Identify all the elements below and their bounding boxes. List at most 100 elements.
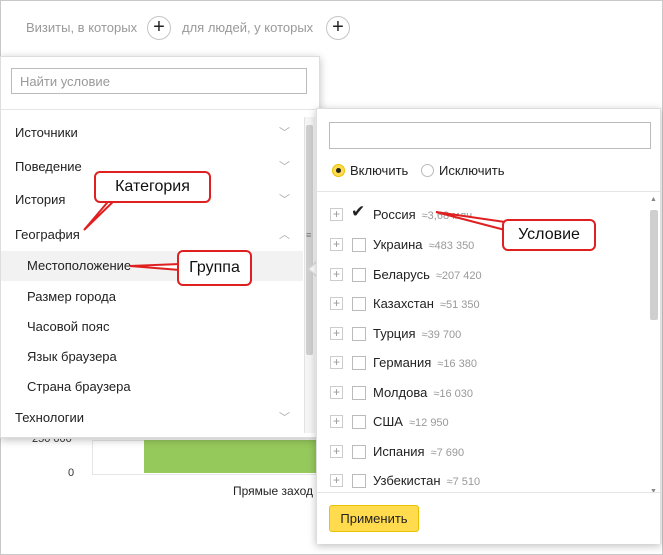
- checkbox[interactable]: [352, 386, 366, 400]
- chevron-down-icon: ﹀: [279, 194, 290, 206]
- chevron-down-icon: ﹀: [279, 412, 290, 424]
- group-label: Страна браузера: [27, 379, 131, 394]
- checkbox[interactable]: [352, 415, 366, 429]
- chart-bar: [144, 440, 322, 473]
- expand-icon[interactable]: +: [330, 356, 343, 369]
- grip-icon: ≡: [306, 230, 312, 240]
- expand-icon[interactable]: +: [330, 327, 343, 340]
- y-axis-tick-label: 0: [68, 467, 75, 479]
- checkbox[interactable]: [352, 297, 366, 311]
- checkbox[interactable]: [352, 445, 366, 459]
- radio-icon: [421, 164, 434, 177]
- country-row-ukraine[interactable]: + Украина ≈483 350: [317, 230, 647, 260]
- expand-icon[interactable]: +: [330, 445, 343, 458]
- checkbox[interactable]: [352, 327, 366, 341]
- value-search-input[interactable]: [329, 122, 651, 149]
- chevron-up-icon: ︿: [279, 229, 290, 241]
- people-condition-label: для людей, у которых: [182, 20, 314, 35]
- include-label: Включить: [350, 163, 409, 178]
- bar-category-label: Прямые заход: [233, 484, 313, 498]
- condition-picker-panel: Источники ﹀ Поведение ﹀ История ﹀ Геогра…: [0, 56, 320, 438]
- category-label: Поведение: [15, 159, 82, 174]
- apply-button[interactable]: Применить: [329, 505, 419, 532]
- category-item-technologies[interactable]: Технологии ﹀: [1, 403, 303, 433]
- add-people-condition-button[interactable]: +: [326, 16, 350, 40]
- scrollbar-thumb[interactable]: [650, 210, 658, 320]
- country-name: Турция: [373, 326, 416, 341]
- country-name: Молдова: [373, 385, 428, 400]
- chevron-down-icon: ﹀: [279, 127, 290, 139]
- expand-icon[interactable]: +: [330, 268, 343, 281]
- category-item-geography[interactable]: География ︿: [1, 220, 303, 250]
- group-callout: Группа: [177, 250, 252, 286]
- panel-footer: Применить: [317, 492, 660, 544]
- chevron-down-icon: ﹀: [279, 161, 290, 173]
- expand-icon[interactable]: +: [330, 386, 343, 399]
- visit-count: ≈483 350: [428, 240, 475, 252]
- expand-icon[interactable]: +: [330, 474, 343, 487]
- country-row-moldova[interactable]: + Молдова ≈16 030: [317, 378, 647, 408]
- plus-icon: +: [332, 16, 344, 38]
- group-label: Часовой пояс: [27, 319, 110, 334]
- group-item-city-size[interactable]: Размер города: [1, 282, 303, 312]
- divider: [317, 191, 660, 192]
- visits-condition-label: Визиты, в которых: [26, 20, 138, 35]
- radio-selected-icon: [332, 164, 345, 177]
- country-name: Германия: [373, 355, 432, 370]
- country-row-spain[interactable]: + Испания ≈7 690: [317, 437, 647, 467]
- checkbox[interactable]: [352, 356, 366, 370]
- country-name: Россия: [373, 207, 416, 222]
- country-name: Испания: [373, 444, 425, 459]
- visit-count: ≈3,68 млн: [421, 210, 473, 222]
- expand-icon[interactable]: +: [330, 297, 343, 310]
- country-row-belarus[interactable]: + Беларусь ≈207 420: [317, 260, 647, 290]
- condition-values-panel: Включить Исключить + ✔ Россия ≈3,68 млн +…: [316, 108, 661, 544]
- visit-count: ≈16 380: [437, 358, 477, 370]
- country-row-usa[interactable]: + США ≈12 950: [317, 407, 647, 437]
- exclude-label: Исключить: [439, 163, 505, 178]
- group-label: Местоположение: [27, 258, 132, 273]
- country-name: Казахстан: [373, 296, 434, 311]
- checkbox[interactable]: [352, 268, 366, 282]
- condition-search-area: [1, 57, 319, 110]
- visit-count: ≈7 690: [430, 447, 465, 459]
- condition-callout: Условие: [502, 219, 596, 251]
- country-name: США: [373, 414, 403, 429]
- segment-builder-bar: Визиты, в которых + для людей, у которых…: [0, 0, 661, 56]
- scroll-up-icon[interactable]: ▲: [650, 196, 657, 203]
- visit-count: ≈39 700: [421, 329, 462, 341]
- country-row-turkey[interactable]: + Турция ≈39 700: [317, 319, 647, 349]
- category-label: Источники: [15, 125, 78, 140]
- checkbox[interactable]: [352, 238, 366, 252]
- country-row-germany[interactable]: + Германия ≈16 380: [317, 348, 647, 378]
- category-label: Технологии: [15, 410, 85, 425]
- visit-count: ≈207 420: [435, 270, 482, 282]
- category-item-sources[interactable]: Источники ﹀: [1, 118, 303, 148]
- visit-count: ≈51 350: [439, 299, 480, 311]
- visit-count: ≈12 950: [408, 417, 449, 429]
- country-row-russia[interactable]: + ✔ Россия ≈3,68 млн: [317, 200, 647, 230]
- group-label: Размер города: [27, 289, 116, 304]
- visit-count: ≈16 030: [433, 388, 473, 400]
- expand-icon[interactable]: +: [330, 208, 343, 221]
- plus-icon: +: [153, 16, 165, 38]
- group-item-browser-country[interactable]: Страна браузера: [1, 372, 303, 402]
- group-label: Язык браузера: [27, 349, 117, 364]
- group-item-timezone[interactable]: Часовой пояс: [1, 312, 303, 342]
- country-name: Беларусь: [373, 267, 430, 282]
- category-label: История: [15, 192, 66, 207]
- values-scrollbar[interactable]: ▲ ▼: [648, 196, 659, 495]
- expand-icon[interactable]: +: [330, 415, 343, 428]
- expand-icon[interactable]: +: [330, 238, 343, 251]
- add-visit-condition-button[interactable]: +: [147, 16, 171, 40]
- scrollbar-thumb[interactable]: [306, 125, 313, 355]
- group-item-browser-language[interactable]: Язык браузера: [1, 342, 303, 372]
- category-callout: Категория: [94, 171, 211, 203]
- group-item-location[interactable]: Местоположение: [1, 251, 303, 281]
- country-name: Украина: [373, 237, 423, 252]
- checkmark-icon[interactable]: ✔: [351, 202, 365, 222]
- condition-search-input[interactable]: [11, 68, 307, 94]
- checkbox[interactable]: [352, 474, 366, 488]
- category-label: География: [15, 227, 80, 242]
- country-row-kazakhstan[interactable]: + Казахстан ≈51 350: [317, 289, 647, 319]
